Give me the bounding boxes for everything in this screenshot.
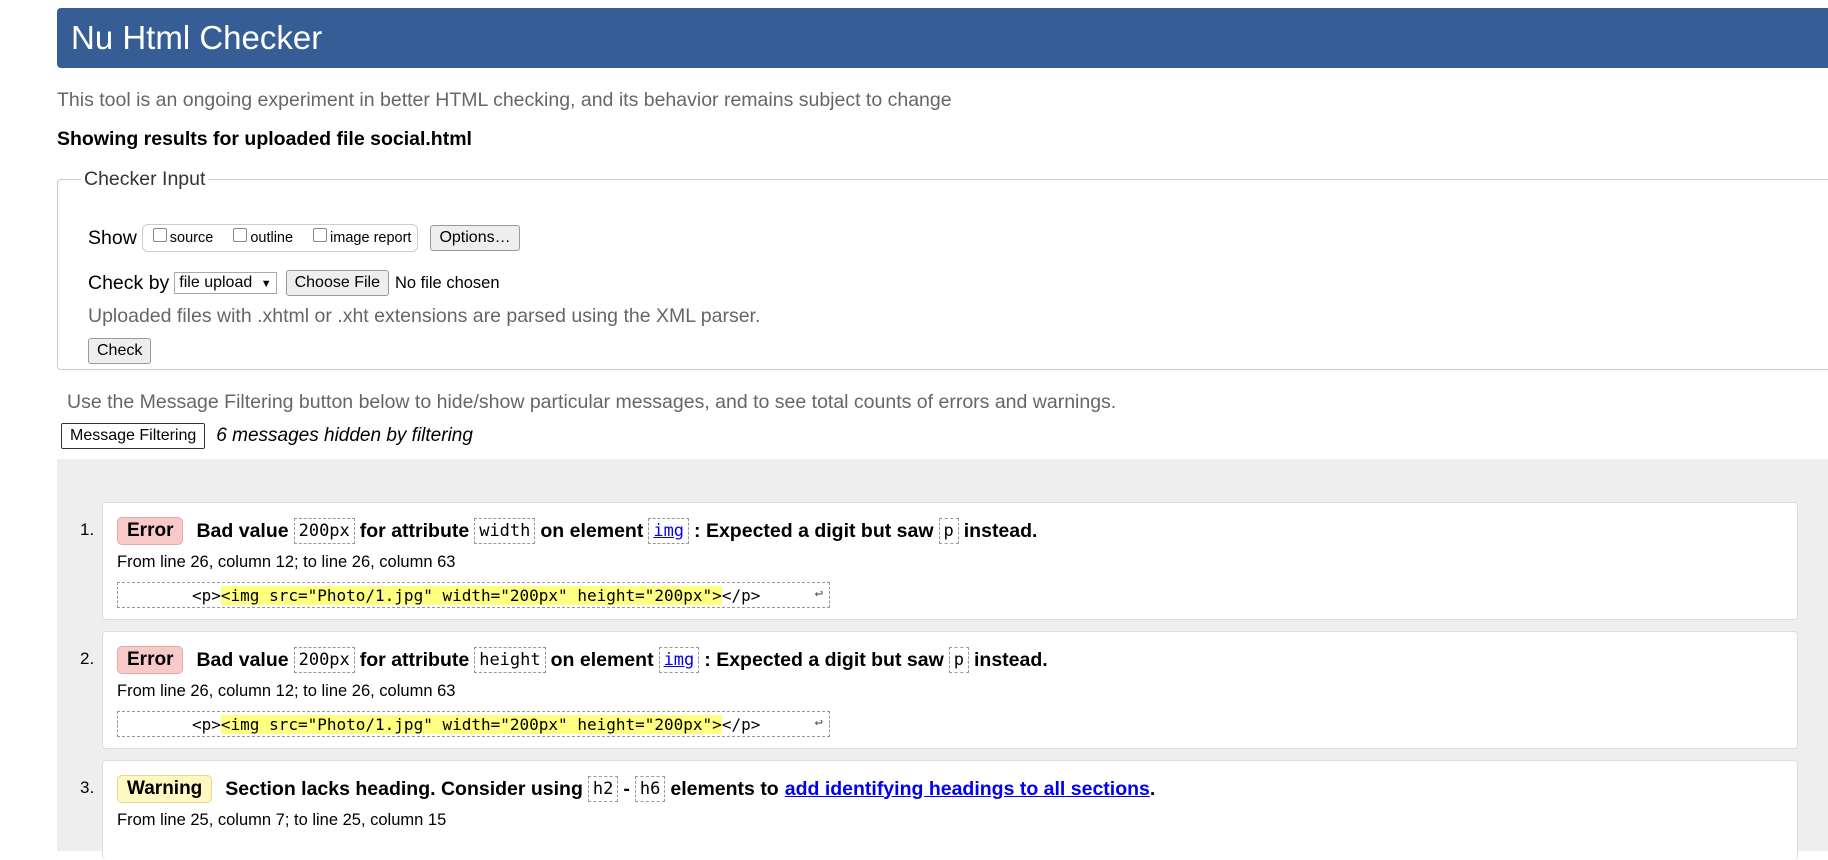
show-options-group: source outline image report bbox=[141, 224, 419, 252]
message-part: for attribute bbox=[359, 648, 470, 671]
return-arrow-icon[interactable]: ↩ bbox=[815, 586, 823, 602]
code-h2: h2 bbox=[587, 776, 619, 802]
show-row: Show source outline image report Options… bbox=[88, 224, 520, 252]
code-extract: <p> <img src="Photo/1.jpg" width="200px" … bbox=[117, 711, 830, 737]
filtering-note: Use the Message Filtering button below t… bbox=[67, 391, 1117, 413]
check-by-value: file upload bbox=[179, 274, 253, 291]
message-part: instead. bbox=[974, 648, 1048, 671]
no-file-text: No file chosen bbox=[394, 273, 500, 292]
message-part: on element bbox=[540, 519, 644, 542]
code-char: p bbox=[948, 647, 969, 673]
outline-checkbox[interactable] bbox=[233, 228, 248, 242]
message-part: for attribute bbox=[359, 519, 470, 542]
message-text: Error Bad value 200px for attribute heig… bbox=[117, 646, 1048, 674]
message-location: From line 26, column 12; to line 26, col… bbox=[117, 682, 456, 700]
code-char: p bbox=[938, 518, 959, 544]
source-checkbox[interactable] bbox=[152, 228, 167, 242]
message-part: instead. bbox=[963, 519, 1038, 542]
message-part: : Expected a digit but saw bbox=[694, 519, 934, 542]
message-number: 2. bbox=[80, 649, 95, 668]
code-extract: <p> <img src="Photo/1.jpg" width="200px" … bbox=[117, 582, 830, 608]
message-part: on element bbox=[550, 648, 654, 671]
code-value: 200px bbox=[293, 518, 355, 544]
message-part: elements to bbox=[670, 777, 779, 800]
message-item: 3. Warning Section lacks heading. Consid… bbox=[80, 760, 1798, 860]
xml-parser-hint: Uploaded files with .xhtml or .xht exten… bbox=[88, 305, 761, 327]
message-number: 3. bbox=[80, 778, 95, 797]
message-part: Bad value bbox=[196, 648, 289, 671]
extract-highlight: <img src="Photo/1.jpg" width="200px" hei… bbox=[220, 714, 722, 734]
message-filtering-button[interactable]: Message Filtering bbox=[61, 423, 206, 449]
check-row: Check bbox=[88, 338, 152, 364]
message-item: 2. Error Bad value 200px for attribute h… bbox=[80, 631, 1798, 749]
filtering-row: Message Filtering 6 messages hidden by f… bbox=[61, 423, 473, 449]
options-button[interactable]: Options… bbox=[430, 225, 520, 251]
error-badge: Error bbox=[117, 646, 184, 674]
check-by-label: Check by bbox=[88, 271, 170, 294]
checker-input-legend: Checker Input bbox=[84, 168, 206, 190]
extract-tail: </p> bbox=[721, 585, 761, 605]
title-bar: Nu Html Checker bbox=[57, 8, 1828, 68]
check-by-row: Check by file upload ▼ Choose File No fi… bbox=[88, 270, 500, 296]
choose-file-button[interactable]: Choose File bbox=[285, 270, 389, 296]
message-part: : Expected a digit but saw bbox=[704, 648, 944, 671]
identifying-headings-link[interactable]: add identifying headings to all sections bbox=[785, 778, 1150, 801]
message-location: From line 26, column 12; to line 26, col… bbox=[117, 553, 456, 571]
message-part: Bad value bbox=[196, 519, 289, 542]
page-title: Nu Html Checker bbox=[71, 19, 323, 56]
error-badge: Error bbox=[117, 517, 184, 545]
message-text: Warning Section lacks heading. Consider … bbox=[117, 775, 1155, 803]
image-report-checkbox-label[interactable]: image report bbox=[330, 230, 411, 246]
message-location: From line 25, column 7; to line 25, colu… bbox=[117, 811, 447, 829]
extract-tail: </p> bbox=[721, 714, 761, 734]
source-checkbox-label[interactable]: source bbox=[170, 230, 214, 246]
message-part: . bbox=[1149, 777, 1156, 800]
dropdown-arrow-icon: ▼ bbox=[260, 278, 272, 290]
message-part: - bbox=[623, 777, 630, 800]
return-arrow-icon[interactable]: ↩ bbox=[815, 715, 823, 731]
message-item: 1. Error Bad value 200px for attribute w… bbox=[80, 502, 1798, 620]
extract-highlight: <img src="Photo/1.jpg" width="200px" hei… bbox=[220, 585, 722, 605]
checker-input-fieldset: Checker Input Show source outline image … bbox=[57, 168, 1828, 370]
code-attribute: height bbox=[474, 647, 546, 673]
extract-lead: <p> bbox=[192, 585, 221, 605]
message-text: Error Bad value 200px for attribute widt… bbox=[117, 517, 1037, 545]
img-element-link[interactable]: img bbox=[658, 647, 700, 673]
intro-text: This tool is an ongoing experiment in be… bbox=[57, 89, 952, 111]
image-report-checkbox[interactable] bbox=[313, 228, 328, 242]
show-label: Show bbox=[88, 226, 137, 249]
message-part: Section lacks heading. Consider using bbox=[225, 777, 583, 800]
outline-checkbox-label[interactable]: outline bbox=[250, 230, 293, 246]
extract-lead: <p> bbox=[192, 714, 221, 734]
code-h6: h6 bbox=[634, 776, 666, 802]
code-value: 200px bbox=[293, 647, 355, 673]
check-button[interactable]: Check bbox=[88, 338, 152, 364]
message-number: 1. bbox=[80, 520, 95, 539]
img-element-link[interactable]: img bbox=[648, 518, 690, 544]
results-heading: Showing results for uploaded file social… bbox=[57, 128, 472, 150]
check-by-select[interactable]: file upload ▼ bbox=[174, 272, 277, 294]
hidden-count-text: 6 messages hidden by filtering bbox=[216, 425, 473, 446]
warning-badge: Warning bbox=[117, 775, 213, 803]
code-attribute: width bbox=[474, 518, 536, 544]
